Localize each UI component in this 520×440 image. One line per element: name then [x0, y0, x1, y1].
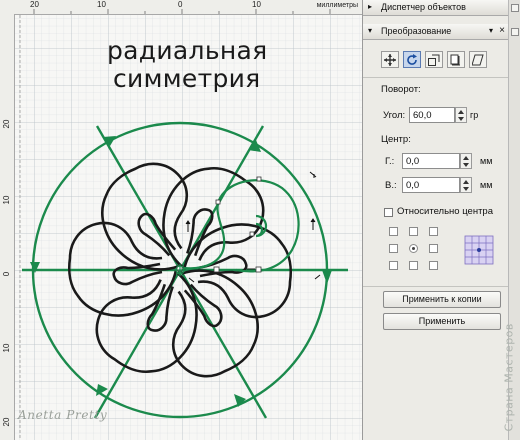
- anchor-middle-right[interactable]: [429, 244, 438, 253]
- spin-up-icon: [463, 180, 469, 184]
- docker-tab-icon[interactable]: [511, 28, 519, 36]
- transform-header[interactable]: ▾ Преобразование ▾ ×: [363, 24, 509, 40]
- anchor-bottom-center[interactable]: [409, 261, 418, 270]
- site-watermark-text: Страна Мастеров: [502, 323, 516, 432]
- angle-label: Угол:: [383, 110, 406, 121]
- angle-field[interactable]: 60,0: [409, 107, 455, 123]
- position-icon: [384, 54, 396, 66]
- anchor-top-left[interactable]: [389, 227, 398, 236]
- vertical-center-field[interactable]: 0,0: [402, 177, 460, 193]
- size-icon: [450, 54, 460, 66]
- spin-down-icon: [463, 163, 469, 167]
- drawing-canvas[interactable]: 20 10 0 10 миллиметры 20 10 0 10 20 ради…: [0, 0, 362, 440]
- ruler-label: 0: [2, 271, 11, 277]
- vertical-ruler[interactable]: 20 10 0 10 20: [0, 14, 15, 440]
- v-label: В.:: [385, 180, 397, 191]
- collapse-arrow-icon: ▾: [368, 26, 373, 35]
- horizontal-center-field[interactable]: 0,0: [402, 153, 460, 169]
- v-unit: мм: [480, 180, 493, 190]
- apply-button[interactable]: Применить: [383, 313, 501, 330]
- docker-tab-icon[interactable]: [511, 4, 519, 12]
- anchor-center[interactable]: [409, 244, 418, 253]
- ruler-label: 20: [2, 119, 11, 129]
- ruler-label: 20: [2, 417, 11, 427]
- relative-center-checkbox[interactable]: [384, 208, 393, 217]
- h-label: Г.:: [385, 156, 395, 167]
- site-watermark: Страна Мастеров: [496, 262, 516, 432]
- spin-up-icon: [458, 110, 464, 114]
- chevron-down-icon[interactable]: ▾: [489, 26, 493, 35]
- rotate-icon: [407, 54, 417, 65]
- skew-icon: [472, 54, 484, 66]
- close-icon[interactable]: ×: [499, 25, 505, 36]
- object-manager-header[interactable]: ▸ Диспетчер объектов: [363, 0, 509, 16]
- divider: [363, 77, 509, 78]
- skew-tool-button[interactable]: [469, 51, 487, 68]
- transform-docker: ▸ Диспетчер объектов ▾ Преобразование ▾ …: [362, 0, 509, 440]
- ruler-label: 10: [2, 343, 11, 353]
- angle-unit: гр: [470, 110, 479, 120]
- anchor-bottom-right[interactable]: [429, 261, 438, 270]
- scale-tool-button[interactable]: [425, 51, 443, 68]
- horizontal-ruler[interactable]: 20 10 0 10 миллиметры: [0, 0, 362, 15]
- ruler-ticks: [33, 9, 331, 14]
- anchor-top-center[interactable]: [409, 227, 418, 236]
- heading-line-2: симметрия: [113, 64, 261, 93]
- spin-down-icon: [463, 187, 469, 191]
- relative-center-label: Относительно центра: [397, 206, 493, 217]
- spin-up-icon: [463, 156, 469, 160]
- anchor-bottom-left[interactable]: [389, 261, 398, 270]
- horizontal-center-spinner[interactable]: [460, 153, 472, 169]
- h-unit: мм: [480, 156, 493, 166]
- size-tool-button[interactable]: [447, 51, 465, 68]
- vertical-center-spinner[interactable]: [460, 177, 472, 193]
- center-heading: Центр:: [381, 134, 411, 145]
- rotation-heading: Поворот:: [381, 84, 421, 95]
- anchor-preview-icon: [464, 235, 494, 265]
- object-manager-label: Диспетчер объектов: [381, 2, 466, 12]
- heading-line-1: радиальная: [107, 36, 268, 65]
- spin-down-icon: [458, 117, 464, 121]
- rotate-tool-button[interactable]: [403, 51, 421, 68]
- apply-to-duplicate-button[interactable]: Применить к копии: [383, 291, 501, 308]
- angle-spinner[interactable]: [455, 107, 467, 123]
- ruler-label: 10: [2, 195, 11, 205]
- anchor-middle-left[interactable]: [389, 244, 398, 253]
- transform-label: Преобразование: [381, 26, 452, 36]
- anchor-top-right[interactable]: [429, 227, 438, 236]
- scale-icon: [428, 54, 440, 66]
- divider: [363, 286, 509, 287]
- position-tool-button[interactable]: [381, 51, 399, 68]
- expand-arrow-icon: ▸: [368, 2, 373, 11]
- author-watermark: Anetta Pretty: [18, 408, 108, 422]
